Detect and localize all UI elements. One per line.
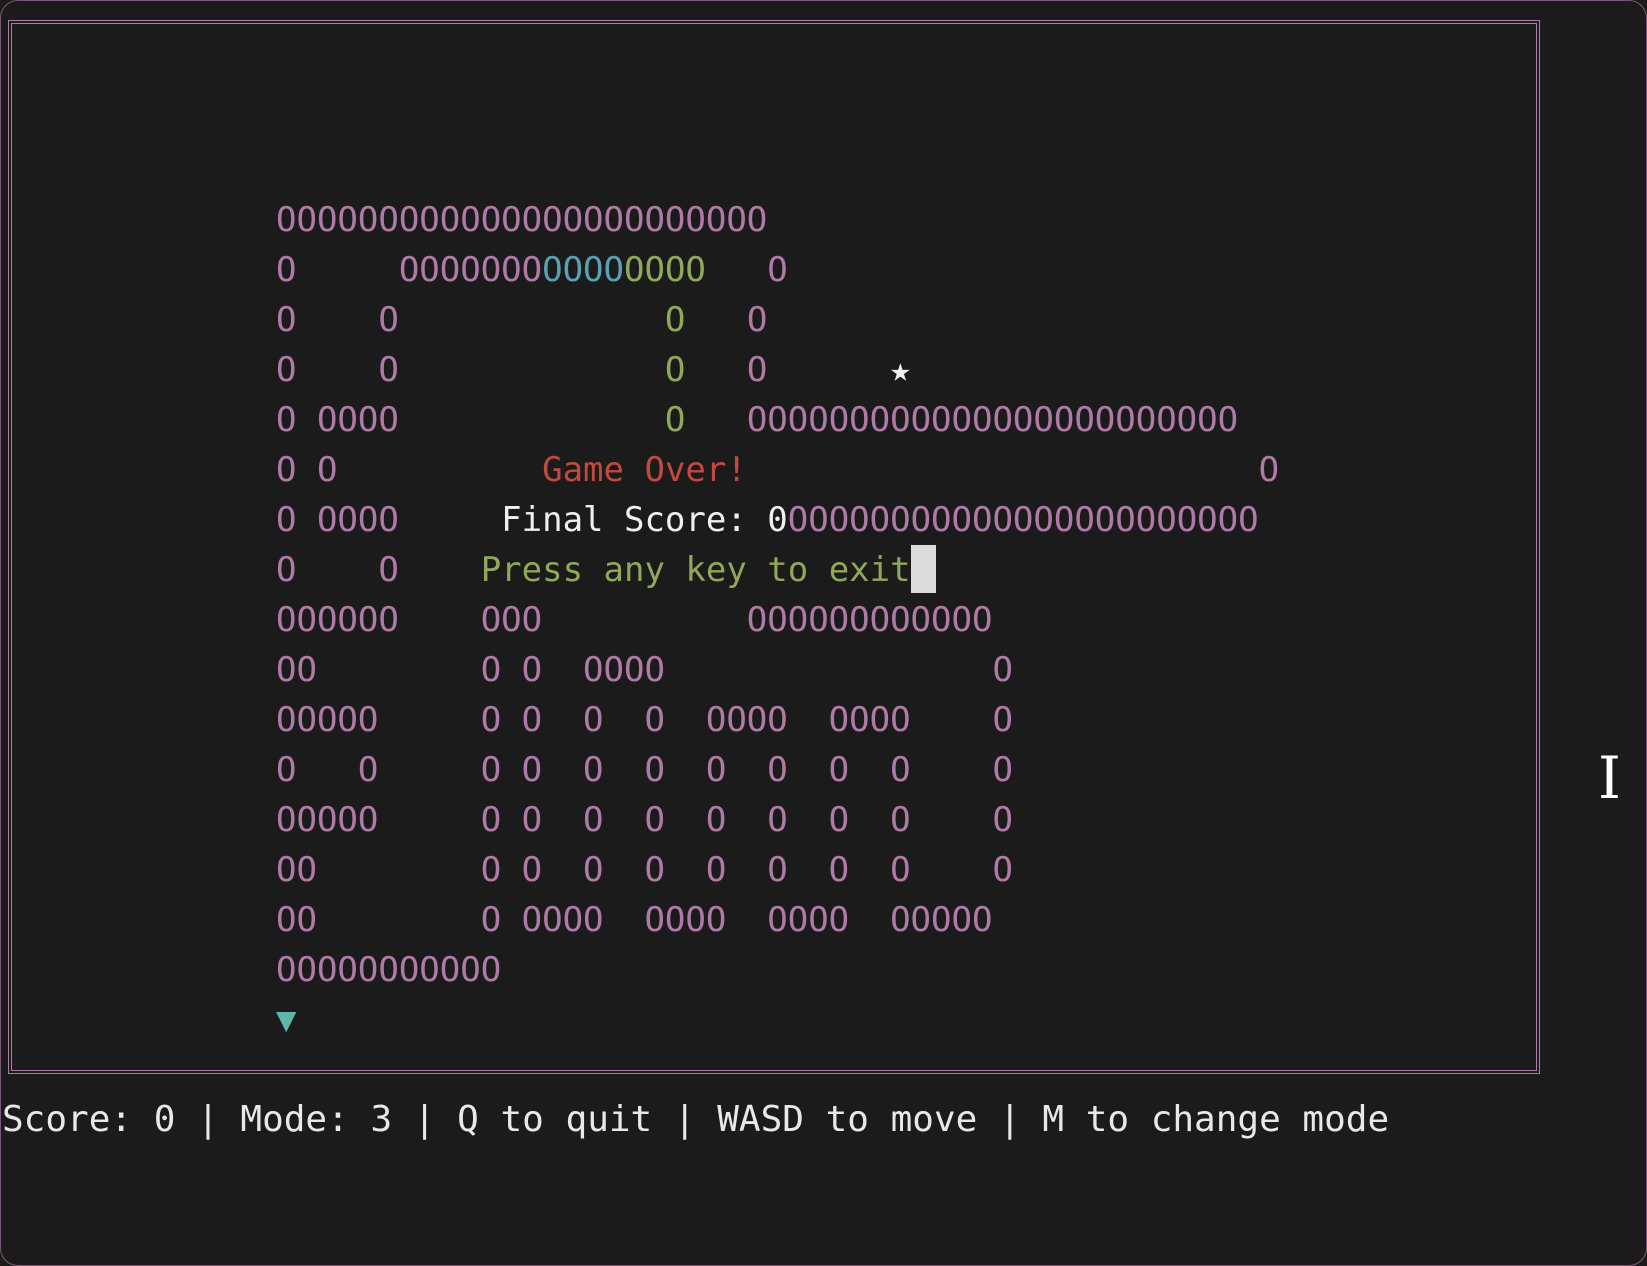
text-cursor-icon: I — [1598, 744, 1621, 812]
game-board: OOOOOOOOOOOOOOOOOOOOOOOO O OOOOOOOOOOOOOO… — [276, 195, 1279, 1045]
board-row: O OOOO Final Score: 0OOOOOOOOOOOOOOOOOOO… — [276, 495, 1279, 545]
snake-segment: O — [398, 350, 686, 390]
input-cursor — [910, 545, 936, 593]
snake-segment: OOOO — [542, 250, 624, 290]
wall-segment: O — [685, 300, 768, 340]
board-row: OO O O OOOO O — [276, 645, 1279, 695]
wall-segment: OOOOO O O O O OOOO OOOO O — [276, 700, 1013, 740]
wall-segment: OOOOOO OOO OOOOOOOOOOOO — [276, 600, 993, 640]
wall-segment: O — [685, 350, 768, 390]
wall-segment: OOOOOOOOOOOOOOOOOOOOOOOO — [685, 400, 1239, 440]
wall-segment: OO O OOOO OOOO OOOO OOOOO — [276, 900, 993, 940]
wall-segment: O O — [276, 350, 399, 390]
board-row: O O Press any key to exit — [276, 545, 1279, 595]
board-row: OO O OOOO OOOO OOOO OOOOO — [276, 895, 1279, 945]
exit-prompt-text: Press any key to exit — [398, 550, 911, 590]
board-row: OO O O O O O O O O O — [276, 845, 1279, 895]
final-score-text: Final Score: 0 — [398, 500, 788, 540]
snake-segment: OOOO — [624, 250, 706, 290]
player-arrow-icon: ▼ — [276, 1000, 297, 1040]
board-row: OOOOOOOOOOO — [276, 945, 1279, 995]
wall-segment: OO O O OOOO O — [276, 650, 1013, 690]
board-row: OOOOOO OOO OOOOOOOOOOOO — [276, 595, 1279, 645]
wall-segment: OOOOOOOOOOOOOOOOOOOOOOO — [787, 500, 1259, 540]
wall-segment: OOOOO O O O O O O O O O — [276, 800, 1013, 840]
snake-segment: O — [398, 300, 686, 340]
board-row: O OOOO O OOOOOOOOOOOOOOOOOOOOOOOO — [276, 395, 1279, 445]
board-row: O O Game Over! O — [276, 445, 1279, 495]
food-star-icon: ★ — [767, 350, 911, 390]
board-row: O O O O — [276, 295, 1279, 345]
status-bar: Score: 0 | Mode: 3 | Q to quit | WASD to… — [2, 1099, 1390, 1140]
board-row: O OOOOOOOOOOOOOOO O — [276, 245, 1279, 295]
game-over-text: Game Over! — [337, 450, 747, 490]
board-row: O O O O ★ — [276, 345, 1279, 395]
wall-segment: O O — [276, 450, 338, 490]
wall-segment: O O O O O O O O O O O — [276, 750, 1013, 790]
wall-segment: OO O O O O O O O O O — [276, 850, 1013, 890]
wall-segment: O OOOOOOO — [276, 250, 543, 290]
wall-segment: OOOOOOOOOOOOOOOOOOOOOOOO — [276, 200, 768, 240]
snake-segment: O — [398, 400, 686, 440]
wall-segment: O O — [276, 550, 399, 590]
wall-segment: O — [705, 250, 788, 290]
board-row: O O O O O O O O O O O — [276, 745, 1279, 795]
board-row: ▼ — [276, 995, 1279, 1045]
wall-segment: O OOOO — [276, 400, 399, 440]
board-row: OOOOO O O O O O O O O O — [276, 795, 1279, 845]
wall-segment: O — [746, 450, 1280, 490]
board-row: OOOOOOOOOOOOOOOOOOOOOOOO — [276, 195, 1279, 245]
board-row: OOOOO O O O O OOOO OOOO O — [276, 695, 1279, 745]
wall-segment: OOOOOOOOOOO — [276, 950, 502, 990]
wall-segment: O OOOO — [276, 500, 399, 540]
wall-segment: O O — [276, 300, 399, 340]
